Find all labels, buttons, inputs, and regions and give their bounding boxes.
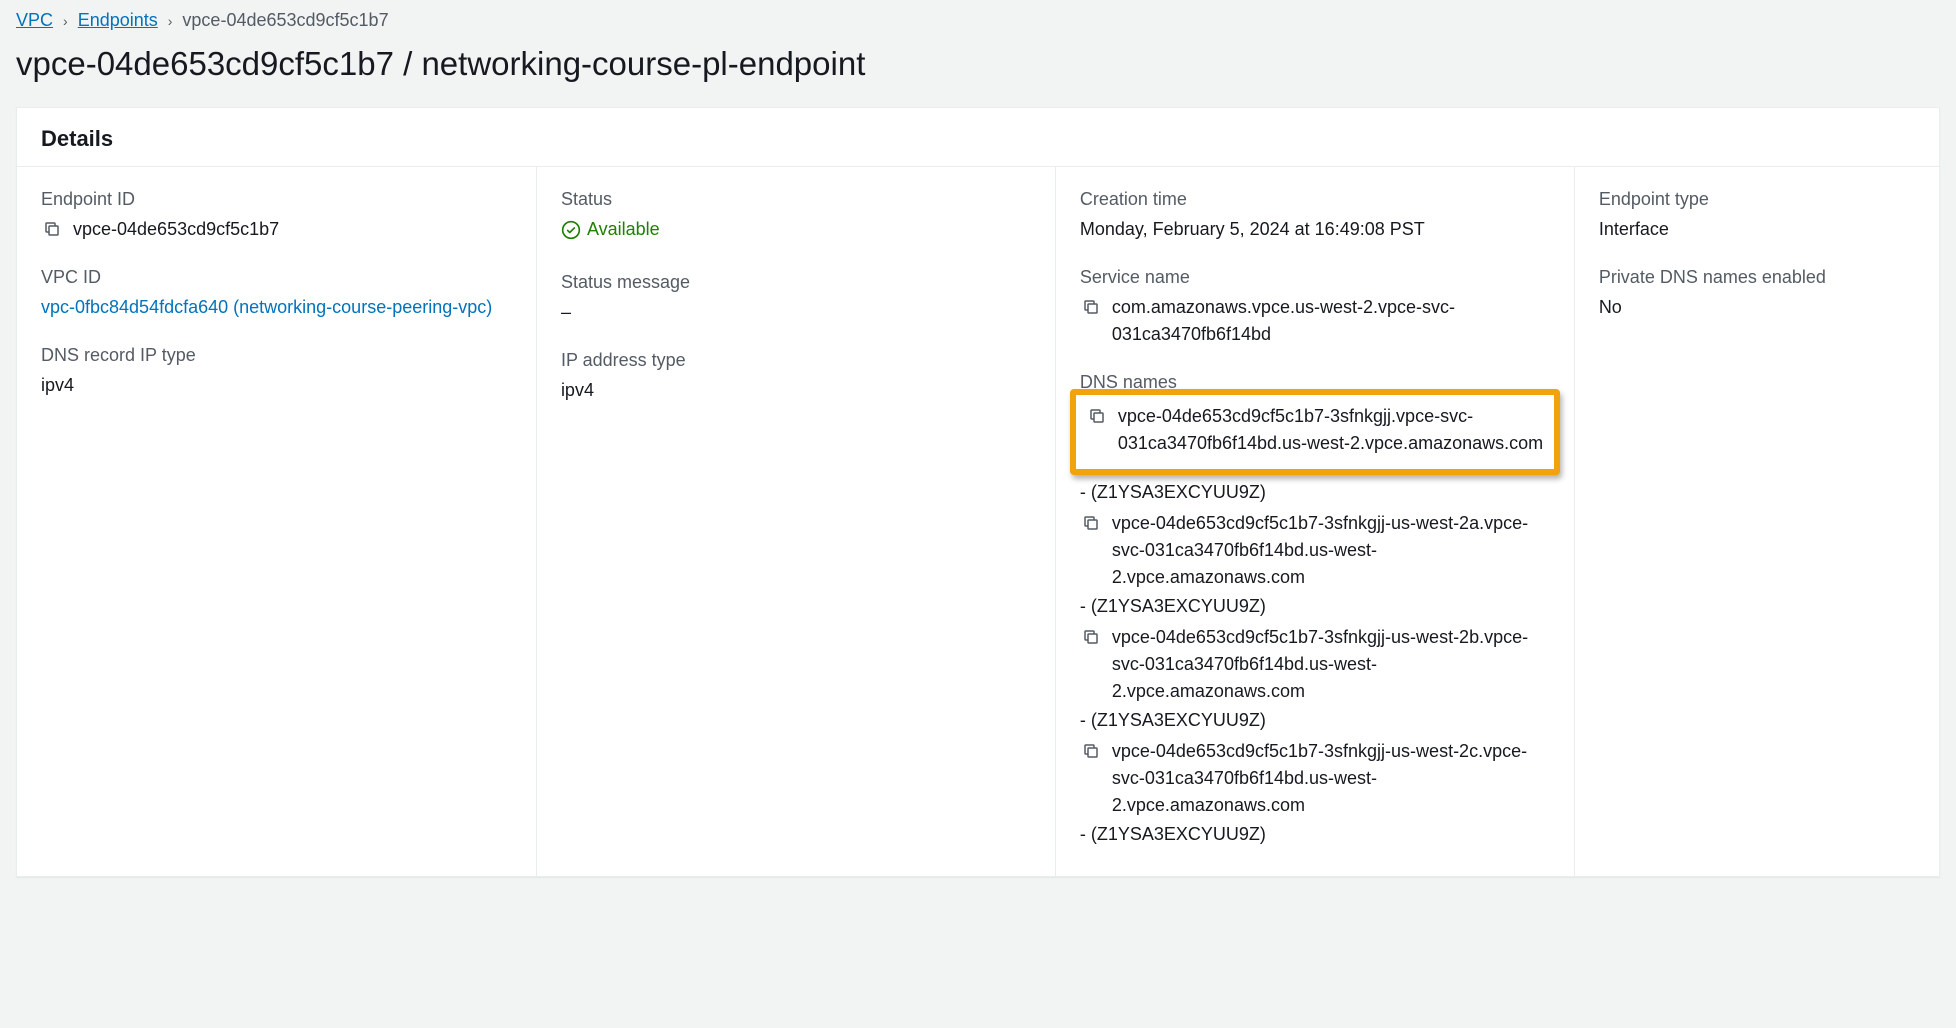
page-title: vpce-04de653cd9cf5c1b7 / networking-cour… [0,39,1956,107]
label-private-dns: Private DNS names enabled [1599,267,1915,288]
dns-zone: - (Z1YSA3EXCYUU9Z) [1080,479,1550,506]
chevron-right-icon: › [168,13,173,29]
value-ip-address-type: ipv4 [561,377,1031,404]
details-col-1: Endpoint ID vpce-04de653cd9cf5c1b7 VPC I… [17,167,536,876]
field-endpoint-type: Endpoint type Interface [1599,189,1915,243]
field-private-dns: Private DNS names enabled No [1599,267,1915,321]
breadcrumb-endpoints[interactable]: Endpoints [78,10,158,31]
field-vpc-id: VPC ID vpc-0fbc84d54fdcfa640 (networking… [41,267,512,321]
breadcrumb: VPC › Endpoints › vpce-04de653cd9cf5c1b7 [0,0,1956,39]
label-dns-record-ip-type: DNS record IP type [41,345,512,366]
link-vpc-id[interactable]: vpc-0fbc84d54fdcfa640 (networking-course… [41,297,492,317]
field-service-name: Service name com.amazonaws.vpce.us-west-… [1080,267,1550,348]
label-ip-address-type: IP address type [561,350,1031,371]
dns-entry: vpce-04de653cd9cf5c1b7-3sfnkgjj-us-west-… [1080,510,1550,620]
value-status: Available [587,216,660,243]
label-vpc-id: VPC ID [41,267,512,288]
details-header: Details [17,108,1939,167]
value-status-message: – [561,299,1031,326]
chevron-right-icon: › [63,13,68,29]
label-creation-time: Creation time [1080,189,1550,210]
dns-zone: - (Z1YSA3EXCYUU9Z) [1080,821,1550,848]
field-dns-record-ip-type: DNS record IP type ipv4 [41,345,512,399]
dns-entry: vpce-04de653cd9cf5c1b7-3sfnkgjj-us-west-… [1080,624,1550,734]
status-badge: Available [561,216,660,243]
dns-name-value: vpce-04de653cd9cf5c1b7-3sfnkgjj.vpce-svc… [1118,403,1544,457]
dns-zone: - (Z1YSA3EXCYUU9Z) [1080,707,1550,734]
details-panel: Details Endpoint ID vpce-04de653cd9cf5c1… [16,107,1940,877]
details-body: Endpoint ID vpce-04de653cd9cf5c1b7 VPC I… [17,167,1939,876]
dns-entry: vpce-04de653cd9cf5c1b7-3sfnkgjj-us-west-… [1080,738,1550,848]
dns-entry: vpce-04de653cd9cf5c1b7-3sfnkgjj.vpce-svc… [1086,403,1544,457]
details-col-3: Creation time Monday, February 5, 2024 a… [1055,167,1574,876]
value-private-dns: No [1599,294,1915,321]
copy-icon[interactable] [1080,626,1102,648]
highlight-box: vpce-04de653cd9cf5c1b7-3sfnkgjj.vpce-svc… [1070,389,1560,475]
label-service-name: Service name [1080,267,1550,288]
copy-icon[interactable] [1086,405,1108,427]
dns-name-value: vpce-04de653cd9cf5c1b7-3sfnkgjj-us-west-… [1112,624,1550,705]
copy-icon[interactable] [1080,296,1102,318]
value-dns-record-ip-type: ipv4 [41,372,512,399]
dns-zone: - (Z1YSA3EXCYUU9Z) [1080,593,1550,620]
label-endpoint-type: Endpoint type [1599,189,1915,210]
breadcrumb-vpc[interactable]: VPC [16,10,53,31]
value-creation-time: Monday, February 5, 2024 at 16:49:08 PST [1080,216,1550,243]
dns-name-value: vpce-04de653cd9cf5c1b7-3sfnkgjj-us-west-… [1112,510,1550,591]
value-endpoint-type: Interface [1599,216,1915,243]
field-ip-address-type: IP address type ipv4 [561,350,1031,404]
field-status: Status Available [561,189,1031,248]
field-status-message: Status message – [561,272,1031,326]
field-endpoint-id: Endpoint ID vpce-04de653cd9cf5c1b7 [41,189,512,243]
copy-icon[interactable] [1080,740,1102,762]
breadcrumb-current: vpce-04de653cd9cf5c1b7 [182,10,388,31]
dns-name-value: vpce-04de653cd9cf5c1b7-3sfnkgjj-us-west-… [1112,738,1550,819]
label-status: Status [561,189,1031,210]
copy-icon[interactable] [41,218,63,240]
label-endpoint-id: Endpoint ID [41,189,512,210]
value-service-name: com.amazonaws.vpce.us-west-2.vpce-svc-03… [1112,294,1550,348]
label-status-message: Status message [561,272,1031,293]
field-creation-time: Creation time Monday, February 5, 2024 a… [1080,189,1550,243]
copy-icon[interactable] [1080,512,1102,534]
details-col-2: Status Available Status message – IP add… [536,167,1055,876]
value-endpoint-id: vpce-04de653cd9cf5c1b7 [73,216,279,243]
details-col-4: Endpoint type Interface Private DNS name… [1574,167,1939,876]
check-circle-icon [561,220,581,240]
field-dns-names: DNS names vpce-04de653cd9cf5c1b7-3sfnkgj… [1080,372,1550,848]
